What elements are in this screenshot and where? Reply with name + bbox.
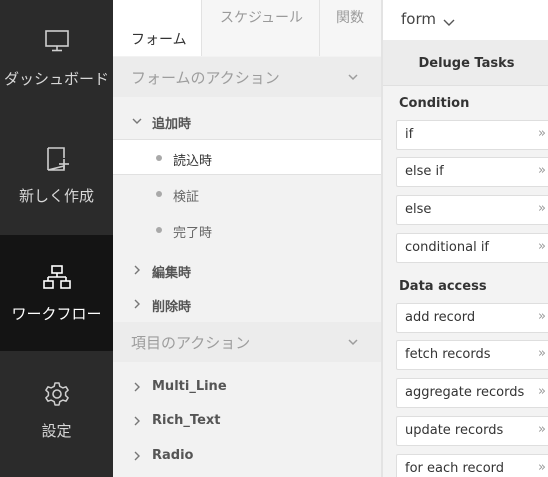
task-label: fetch records (405, 347, 491, 362)
drag-chevron-icon: » (538, 460, 546, 475)
drag-chevron-icon: » (538, 163, 546, 178)
tree-item-on-add[interactable]: 追加時 (113, 104, 381, 138)
tree-item-field[interactable]: Multi_Line (113, 370, 381, 404)
tree-item-label: Radio (152, 448, 194, 463)
tab-functions[interactable]: 関数 (319, 0, 381, 56)
leaf-item-label: 読込時 (173, 154, 213, 169)
deluge-tasks-header: Deluge Tasks (383, 40, 548, 86)
form-actions-header[interactable]: フォームのアクション (113, 57, 381, 97)
tab-schedule[interactable]: スケジュール (201, 0, 319, 56)
section-title: フォームのアクション (131, 69, 280, 87)
drag-chevron-icon: » (538, 422, 546, 437)
tree-item-on-edit[interactable]: 編集時 (113, 253, 381, 287)
task-label: if (405, 127, 414, 142)
chevron-down-icon (443, 14, 455, 32)
task-conditional-if[interactable]: conditional if » (396, 233, 548, 263)
gear-icon (0, 380, 113, 408)
form-selector-value: form (401, 10, 436, 28)
nav-item-workflow[interactable]: ワークフロー (0, 235, 113, 351)
task-label: for each record (405, 461, 505, 476)
form-selector[interactable]: form (383, 0, 548, 40)
tree-item-field[interactable]: Radio (113, 439, 381, 473)
nav-item-settings[interactable]: 設定 (0, 352, 113, 468)
chevron-down-icon (347, 69, 359, 87)
bullet-icon (156, 227, 162, 233)
tree-item-label: Multi_Line (152, 379, 227, 394)
leaf-item-label: 検証 (173, 190, 200, 205)
new-page-icon (0, 145, 113, 173)
leaf-item-label: 完了時 (173, 226, 213, 241)
drag-chevron-icon: » (538, 346, 546, 361)
task-fetch-records[interactable]: fetch records » (396, 340, 548, 370)
tree-item-label: 削除時 (152, 300, 192, 315)
task-else[interactable]: else » (396, 195, 548, 225)
drag-chevron-icon: » (538, 309, 546, 324)
task-else-if[interactable]: else if » (396, 157, 548, 187)
nav-label: 設定 (41, 422, 72, 440)
task-aggregate-records[interactable]: aggregate records » (396, 378, 548, 408)
leaf-item-on-load[interactable]: 読込時 (113, 139, 381, 175)
nav-item-create[interactable]: 新しく作成 (0, 117, 113, 233)
task-if[interactable]: if » (396, 120, 548, 150)
deluge-tasks-panel: form Deluge Tasks Condition if » else if… (381, 0, 548, 477)
workflow-actions-panel: フォーム スケジュール 関数 フォームのアクション 追加時 読込時 検証 完了時… (113, 0, 381, 477)
task-for-each-record[interactable]: for each record » (396, 454, 548, 477)
group-title-data-access: Data access (399, 279, 487, 294)
monitor-icon (0, 28, 113, 56)
tree-item-label: 編集時 (152, 266, 192, 281)
chevron-right-icon (132, 381, 142, 396)
tab-bar: フォーム スケジュール 関数 (113, 0, 381, 56)
group-title-condition: Condition (399, 96, 470, 111)
bullet-icon (156, 191, 162, 197)
task-label: else if (405, 164, 444, 179)
nav-label: 新しく作成 (18, 187, 94, 205)
chevron-right-icon (132, 450, 142, 465)
chevron-right-icon (132, 264, 142, 279)
bullet-icon (156, 155, 162, 161)
chevron-right-icon (132, 415, 142, 430)
leaf-item-validate[interactable]: 検証 (113, 176, 381, 212)
task-label: update records (405, 423, 504, 438)
field-actions-header[interactable]: 項目のアクション (113, 322, 381, 362)
chevron-right-icon (132, 298, 142, 313)
nav-item-dashboard[interactable]: ダッシュボード (0, 0, 113, 116)
drag-chevron-icon: » (538, 126, 546, 141)
tab-form[interactable]: フォーム (113, 0, 201, 56)
task-label: conditional if (405, 240, 490, 255)
task-label: add record (405, 310, 476, 325)
chevron-down-icon (347, 334, 359, 352)
task-update-records[interactable]: update records » (396, 416, 548, 446)
workflow-icon (0, 263, 113, 291)
drag-chevron-icon: » (538, 239, 546, 254)
tree-item-field[interactable]: Rich_Text (113, 404, 381, 438)
section-title: 項目のアクション (131, 334, 251, 352)
task-add-record[interactable]: add record » (396, 303, 548, 333)
task-label: else (405, 202, 432, 217)
task-label: aggregate records (405, 385, 525, 400)
tree-item-on-delete[interactable]: 削除時 (113, 287, 381, 321)
drag-chevron-icon: » (538, 384, 546, 399)
tree-item-label: Rich_Text (152, 413, 221, 428)
leaf-item-on-success[interactable]: 完了時 (113, 212, 381, 248)
nav-label: ダッシュボード (3, 70, 109, 88)
tree-item-label: 追加時 (152, 117, 192, 132)
drag-chevron-icon: » (538, 201, 546, 216)
left-nav: ダッシュボード 新しく作成 ワークフロー 設定 (0, 0, 113, 477)
chevron-down-icon (132, 115, 142, 130)
nav-label: ワークフロー (11, 305, 102, 323)
app-window: ダッシュボード 新しく作成 ワークフロー 設定 フォーム スケジュール 関数 フ… (0, 0, 548, 477)
